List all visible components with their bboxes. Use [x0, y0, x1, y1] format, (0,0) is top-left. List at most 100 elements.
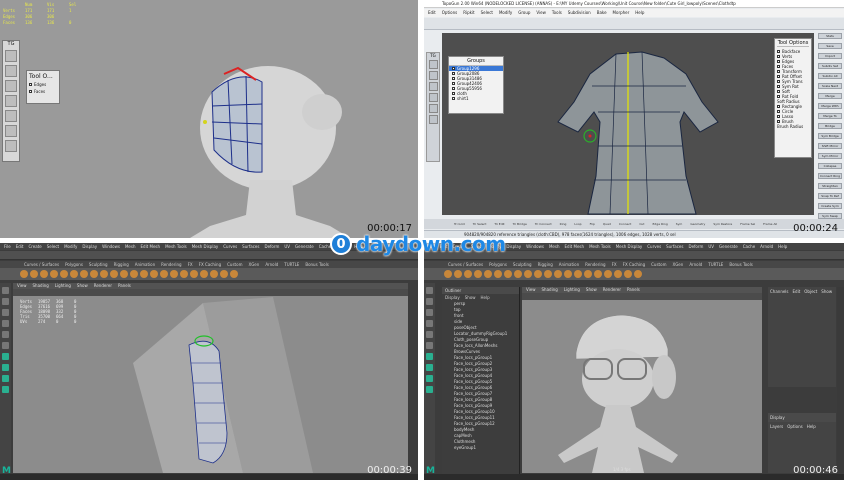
group-item[interactable]: shirt1 — [449, 96, 503, 101]
bottom-button[interactable]: Flip — [590, 219, 595, 229]
layout-icon[interactable] — [2, 375, 9, 382]
sculpt-brush-icon[interactable] — [574, 270, 582, 278]
bottom-button[interactable]: Edge Ring — [653, 219, 668, 229]
paint-tool-icon[interactable] — [426, 309, 433, 316]
bottom-button[interactable]: Cut — [639, 219, 644, 229]
sculpt-brush-icon[interactable] — [564, 270, 572, 278]
sculpt-brush-icon[interactable] — [584, 270, 592, 278]
scale-tool-icon[interactable] — [426, 342, 433, 349]
bottom-button[interactable]: Tri Edit — [494, 219, 504, 229]
sculpt-brush-icon[interactable] — [524, 270, 532, 278]
sculpt-brush-icon[interactable] — [604, 270, 612, 278]
menu-item[interactable]: Help — [778, 243, 787, 250]
sculpt-brush-icon[interactable] — [30, 270, 38, 278]
outliner-menu-item[interactable]: Help — [481, 295, 490, 300]
menu-item[interactable]: Mesh Tools — [589, 243, 611, 250]
bottom-button[interactable]: Frame All — [763, 219, 777, 229]
menu-item[interactable]: Arnold — [760, 243, 773, 250]
cmd-button[interactable]: Sym Bridge — [818, 133, 842, 139]
sculpt-brush-icon[interactable] — [474, 270, 482, 278]
cmd-button[interactable]: Subdiv All — [818, 73, 842, 79]
sculpt-brush-icon[interactable] — [624, 270, 632, 278]
cross-tool-icon[interactable] — [428, 71, 438, 80]
shelf-tab[interactable]: FX — [188, 261, 193, 268]
sculpt-brush-icon[interactable] — [210, 270, 218, 278]
cmd-button[interactable]: Subdiv Set — [818, 63, 842, 69]
move-tool-icon[interactable] — [426, 320, 433, 327]
sculpt-brush-icon[interactable] — [614, 270, 622, 278]
cmd-button[interactable]: Scale Next — [818, 83, 842, 89]
menu-item[interactable]: Generate — [719, 243, 738, 250]
bottom-button[interactable]: Ring — [560, 219, 567, 229]
select-tool-icon[interactable] — [2, 287, 9, 294]
sculpt-brush-icon[interactable] — [230, 270, 238, 278]
bottom-button[interactable]: Tri Select — [473, 219, 487, 229]
menu-item[interactable]: Mesh — [549, 243, 560, 250]
shelf-tab[interactable]: Polygons — [489, 261, 507, 268]
cmd-button[interactable]: Shift Mirror — [818, 143, 842, 149]
sculpt-brush-icon[interactable] — [60, 270, 68, 278]
cmd-button[interactable]: Merge — [818, 93, 842, 99]
sculpt-brush-icon[interactable] — [180, 270, 188, 278]
menu-item[interactable]: Edit Mesh — [141, 243, 161, 250]
shelf-tab[interactable]: Curves / Surfaces — [448, 261, 483, 268]
layer-menu-item[interactable]: Help — [807, 424, 816, 429]
sculpt-brush-icon[interactable] — [50, 270, 58, 278]
menu-item[interactable]: Mesh — [125, 243, 136, 250]
sculpt-brush-icon[interactable] — [160, 270, 168, 278]
sculpt-brush-icon[interactable] — [634, 270, 642, 278]
sculpt-brush-icon[interactable] — [514, 270, 522, 278]
shelf-tab[interactable]: FX Caching — [199, 261, 221, 268]
cmd-button[interactable]: Import — [818, 53, 842, 59]
sculpt-brush-icon[interactable] — [484, 270, 492, 278]
brush-tool-icon[interactable] — [428, 104, 438, 113]
menu-item[interactable]: Mesh Tools — [165, 243, 187, 250]
shelf-tab[interactable]: Custom — [651, 261, 666, 268]
menu-item[interactable]: Deform — [688, 243, 703, 250]
menu-item[interactable]: Surfaces — [666, 243, 683, 250]
menu-item[interactable]: Surfaces — [242, 243, 259, 250]
shelf-tab[interactable]: Custom — [227, 261, 242, 268]
menu-item[interactable]: Windows — [526, 243, 544, 250]
edit-tool-icon[interactable] — [428, 115, 438, 124]
shelf-tab[interactable]: Sculpting — [89, 261, 108, 268]
menu-item[interactable]: Edit — [16, 243, 24, 250]
channel-menu-item[interactable]: Channels — [770, 289, 789, 294]
bottom-button[interactable]: Sym Restore — [713, 219, 732, 229]
bottom-button[interactable]: Geometry — [690, 219, 705, 229]
channel-menu-item[interactable]: Edit — [793, 289, 801, 294]
channel-menu-item[interactable]: Object — [804, 289, 817, 294]
shelf-tab[interactable]: Curves / Surfaces — [24, 261, 59, 268]
layout-icon[interactable] — [426, 375, 433, 382]
bottom-button[interactable]: Frame Sel — [740, 219, 755, 229]
sculpt-brush-icon[interactable] — [534, 270, 542, 278]
sculpt-brush-icon[interactable] — [120, 270, 128, 278]
menu-item[interactable]: Display — [82, 243, 97, 250]
rotate-tool-icon[interactable] — [426, 331, 433, 338]
select-tool-icon[interactable] — [428, 60, 438, 69]
shelf-tab[interactable]: TURTLE — [708, 261, 723, 268]
sculpt-brush-icon[interactable] — [70, 270, 78, 278]
bottom-button[interactable]: Tri Grid — [454, 219, 465, 229]
shelf-tab[interactable]: Animation — [559, 261, 579, 268]
outliner-menu-item[interactable]: Display — [445, 295, 460, 300]
sculpt-brush-icon[interactable] — [150, 270, 158, 278]
layout-icon[interactable] — [2, 364, 9, 371]
menu-item[interactable]: Windows — [102, 243, 120, 250]
shelf-tab[interactable]: Rigging — [114, 261, 129, 268]
sculpt-brush-icon[interactable] — [80, 270, 88, 278]
sculpt-brush-icon[interactable] — [544, 270, 552, 278]
sculpt-brush-icon[interactable] — [90, 270, 98, 278]
menu-item[interactable]: UV — [284, 243, 290, 250]
shelf-tab[interactable]: XGen — [672, 261, 683, 268]
shelf-tab[interactable]: Sculpting — [513, 261, 532, 268]
cmd-button[interactable]: Snap To Ref — [818, 193, 842, 199]
menu-item[interactable]: Curves — [647, 243, 661, 250]
menu-item[interactable]: Deform — [264, 243, 279, 250]
paint-tool-icon[interactable] — [2, 309, 9, 316]
sculpt-brush-icon[interactable] — [444, 270, 452, 278]
cmd-button[interactable]: Sym Mirror — [818, 153, 842, 159]
draw-tool-icon[interactable] — [428, 82, 438, 91]
lasso-tool-icon[interactable] — [426, 298, 433, 305]
sculpt-brush-icon[interactable] — [554, 270, 562, 278]
